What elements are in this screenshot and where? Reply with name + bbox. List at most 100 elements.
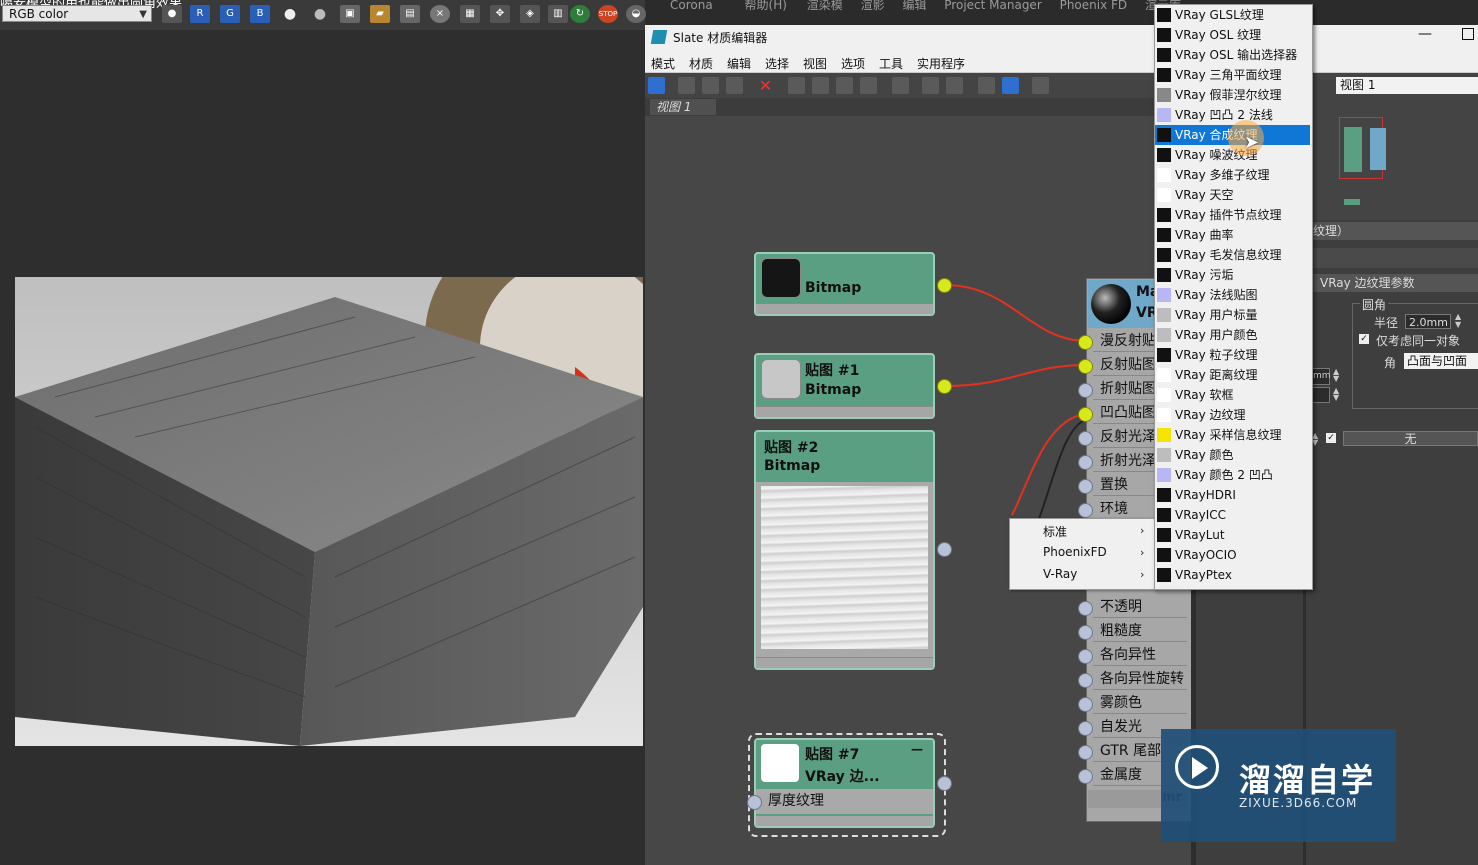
submenu-item[interactable]: VRay 颜色 2 凹凸	[1155, 465, 1310, 485]
layout-children-icon[interactable]	[922, 77, 939, 94]
main-menu-item[interactable]: 渲影	[861, 0, 885, 12]
radius-input[interactable]: 2.0mm	[1405, 314, 1451, 329]
main-menu-item[interactable]: Project Manager	[944, 0, 1041, 12]
layout-all-icon[interactable]	[892, 77, 909, 94]
input-socket[interactable]	[1078, 697, 1093, 712]
small-input[interactable]: mm	[1312, 368, 1331, 385]
input-socket[interactable]	[747, 795, 762, 810]
ctx-item-phoenixfd[interactable]: PhoenixFD	[1043, 545, 1107, 559]
submenu-item[interactable]: VRayLut	[1155, 525, 1310, 545]
slot-opacity[interactable]: 不透明	[1093, 596, 1187, 618]
same-object-checkbox[interactable]: ✓	[1359, 334, 1369, 344]
main-menu-item[interactable]: 渲染模	[807, 0, 843, 12]
submenu-item[interactable]: VRay 距离纹理	[1155, 365, 1310, 385]
track-mouse-icon[interactable]: ◈	[520, 5, 540, 23]
input-socket[interactable]	[1078, 503, 1093, 518]
main-menu-item[interactable]: 编辑	[902, 0, 926, 12]
input-socket[interactable]	[1078, 673, 1093, 688]
material-parameter-icon[interactable]	[946, 77, 963, 94]
menu-tools[interactable]: 工具	[879, 55, 903, 72]
submenu-item[interactable]: VRayICC	[1155, 505, 1310, 525]
input-socket[interactable]	[1078, 455, 1093, 470]
select-tool-icon[interactable]	[648, 77, 665, 94]
submenu-item[interactable]: VRay 污垢	[1155, 265, 1310, 285]
menu-mode[interactable]: 模式	[651, 55, 675, 72]
stop-render-icon[interactable]: STOP	[598, 5, 618, 23]
show-map-icon[interactable]	[836, 77, 853, 94]
vray-edge-node[interactable]: 贴图 #7 VRay 边... — 厚度纹理	[754, 738, 935, 828]
output-socket[interactable]	[937, 379, 952, 394]
refresh-render-icon[interactable]: ↻	[570, 5, 590, 23]
output-socket[interactable]	[937, 278, 952, 293]
input-socket[interactable]	[1078, 649, 1093, 664]
slot-anisotropy[interactable]: 各向异性	[1093, 644, 1187, 666]
input-socket[interactable]	[1078, 335, 1093, 350]
input-socket[interactable]	[1078, 431, 1093, 446]
submenu-item[interactable]: VRay 用户颜色	[1155, 325, 1310, 345]
green-channel-button[interactable]: G	[220, 5, 240, 23]
collapse-icon[interactable]: —	[911, 742, 923, 756]
submenu-item[interactable]: VRay 插件节点纹理	[1155, 205, 1310, 225]
menu-view[interactable]: 视图	[803, 55, 827, 72]
menu-utilities[interactable]: 实用程序	[917, 55, 965, 72]
menu-select[interactable]: 选择	[765, 55, 789, 72]
put-to-scene-icon[interactable]	[702, 77, 719, 94]
save-image-icon[interactable]: ▣	[340, 5, 360, 23]
alpha-channel-icon[interactable]: ●	[280, 5, 300, 23]
minimize-icon[interactable]: —	[1418, 26, 1432, 42]
submenu-item[interactable]: VRay 天空	[1155, 185, 1310, 205]
bitmap-node-1[interactable]: Bitmap	[754, 252, 935, 316]
output-socket[interactable]	[937, 776, 952, 791]
menu-material[interactable]: 材质	[689, 55, 713, 72]
menu-options[interactable]: 选项	[841, 55, 865, 72]
show-background-icon[interactable]	[860, 77, 877, 94]
clipboard-icon[interactable]: ▤	[400, 5, 420, 23]
red-channel-button[interactable]: R	[190, 5, 210, 23]
ctx-item-vray[interactable]: V-Ray	[1043, 567, 1077, 581]
teapot-render-icon[interactable]: ◒	[626, 5, 646, 23]
submenu-item[interactable]: VRay 软框	[1155, 385, 1310, 405]
slot-roughness[interactable]: 粗糙度	[1093, 620, 1187, 642]
submenu-item[interactable]: VRay OSL 纹理	[1155, 25, 1310, 45]
submenu-item[interactable]: VRay 法线贴图	[1155, 285, 1310, 305]
none-map-button[interactable]: 无	[1343, 431, 1478, 446]
eyedropper-icon[interactable]	[678, 77, 695, 94]
menu-edit[interactable]: 编辑	[727, 55, 751, 72]
submenu-item[interactable]: VRay 颜色	[1155, 445, 1310, 465]
submenu-item[interactable]: VRayHDRI	[1155, 485, 1310, 505]
slot-fog-color[interactable]: 雾颜色	[1093, 692, 1187, 714]
region-render-icon[interactable]: ▦	[460, 5, 480, 23]
bitmap-node-3[interactable]: 贴图 #2 Bitmap	[754, 430, 935, 670]
follow-mouse-icon[interactable]: ✥	[490, 5, 510, 23]
submenu-item[interactable]: VRay 假菲涅尔纹理	[1155, 85, 1310, 105]
maximize-icon[interactable]	[1462, 28, 1474, 40]
mono-channel-icon[interactable]: ●	[310, 5, 330, 23]
input-socket[interactable]	[1078, 601, 1093, 616]
submenu-item[interactable]: VRayPtex	[1155, 565, 1310, 585]
input-socket[interactable]	[1078, 721, 1093, 736]
output-socket[interactable]	[937, 542, 952, 557]
ctx-item-standard[interactable]: 标准	[1043, 523, 1067, 540]
submenu-item[interactable]: VRay 曲率	[1155, 225, 1310, 245]
select-by-material-icon[interactable]	[978, 77, 995, 94]
move-children-icon[interactable]	[788, 77, 805, 94]
node-slot[interactable]: 厚度纹理	[756, 789, 933, 814]
assign-material-icon[interactable]	[726, 77, 743, 94]
submenu-item[interactable]: VRay 凹凸 2 法线	[1155, 105, 1310, 125]
clear-icon[interactable]: ×	[430, 5, 450, 23]
slot-anisotropy-rotation[interactable]: 各向异性旋转	[1093, 668, 1187, 690]
submenu-item[interactable]: VRayOCIO	[1155, 545, 1310, 565]
corner-select[interactable]: 凸面与凹面	[1404, 353, 1478, 369]
submenu-item[interactable]: VRay 采样信息纹理	[1155, 425, 1310, 445]
submenu-item[interactable]: VRay OSL 输出选择器	[1155, 45, 1310, 65]
view-name-field[interactable]: 视图 1	[1336, 77, 1478, 94]
history-icon[interactable]: ▥	[548, 5, 568, 23]
channel-select[interactable]: RGB color ▼	[2, 5, 152, 22]
main-menu-item[interactable]: 帮助(H)	[745, 0, 787, 12]
hide-unused-icon[interactable]	[812, 77, 829, 94]
main-menu-item[interactable]: Phoenix FD	[1060, 0, 1128, 12]
blue-channel-button[interactable]: B	[250, 5, 270, 23]
submenu-item[interactable]: VRay 三角平面纹理	[1155, 65, 1310, 85]
small-spinner[interactable]: ▲ ▼	[1333, 368, 1339, 383]
open-folder-icon[interactable]: ▰	[370, 5, 390, 23]
